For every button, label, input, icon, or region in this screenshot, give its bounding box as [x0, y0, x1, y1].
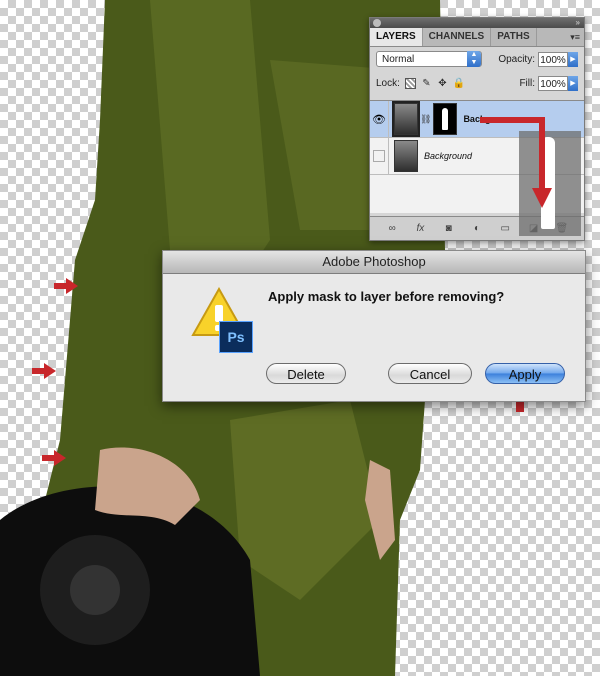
new-group-folder-icon[interactable]: ▭ [498, 223, 512, 234]
tab-paths[interactable]: PATHS [491, 28, 537, 46]
mask-link-icon[interactable]: ⛓ [420, 114, 431, 125]
dialog-title: Adobe Photoshop [163, 251, 585, 274]
tab-layers[interactable]: LAYERS [370, 28, 423, 46]
lock-all-icon[interactable]: 🔒 [453, 78, 465, 89]
annotation-arrow-icon [42, 450, 66, 466]
annotation-arrow-icon [32, 363, 56, 379]
cancel-button[interactable]: Cancel [388, 363, 472, 384]
panel-titlebar: » [370, 18, 584, 28]
visibility-eye-icon[interactable]: 👁 [370, 101, 389, 137]
apply-mask-dialog: Adobe Photoshop Ps Apply mask to layer b… [162, 250, 586, 402]
blend-mode-value: Normal [382, 54, 415, 65]
panel-tabs: LAYERS CHANNELS PATHS ▾≡ [370, 28, 584, 47]
select-arrows-icon: ▲ ▼ [467, 51, 481, 67]
dialog-message: Apply mask to layer before removing? [268, 289, 505, 304]
fill-slider-icon[interactable]: ▶ [568, 75, 578, 91]
lock-label: Lock: [376, 77, 400, 89]
fill-label: Fill: [519, 77, 535, 89]
blend-row: Normal ▲ ▼ Opacity: 100% ▶ [370, 47, 584, 71]
lock-position-move-icon[interactable]: ✥ [437, 78, 448, 89]
adjustment-layer-icon[interactable]: ◐ [470, 223, 484, 234]
drag-path-arrow-icon [480, 117, 552, 208]
layer-thumbnail[interactable] [394, 140, 418, 172]
layer-mask-thumbnail[interactable] [433, 103, 458, 135]
delete-button[interactable]: Delete [266, 363, 346, 384]
blend-mode-select[interactable]: Normal ▲ ▼ [376, 51, 482, 67]
visibility-toggle[interactable] [370, 138, 389, 174]
layer-name: Background [424, 151, 473, 161]
lock-row: Lock: ✎ ✥ 🔒 Fill: 100% ▶ [370, 71, 584, 95]
close-icon[interactable] [373, 19, 381, 27]
opacity-slider-icon[interactable]: ▶ [568, 51, 578, 67]
apply-button[interactable]: Apply [485, 363, 565, 384]
layer-style-fx-icon[interactable]: fx [413, 223, 427, 234]
opacity-label: Opacity: [498, 53, 535, 65]
fill-input[interactable]: 100% [538, 75, 568, 91]
collapse-icon[interactable]: » [576, 18, 580, 28]
lock-transparency-icon[interactable] [404, 77, 416, 89]
panel-menu-icon[interactable]: ▾≡ [570, 28, 580, 46]
lock-image-brush-icon[interactable]: ✎ [421, 78, 432, 89]
photoshop-logo: Ps [219, 321, 253, 353]
add-mask-icon[interactable]: ◙ [442, 223, 456, 234]
tab-channels[interactable]: CHANNELS [423, 28, 492, 46]
link-layers-icon[interactable]: ∞ [385, 223, 399, 234]
opacity-input[interactable]: 100% [538, 51, 568, 67]
hidden-eye-icon [373, 150, 385, 162]
annotation-arrow-icon [54, 278, 78, 294]
layer-thumbnail[interactable] [392, 101, 420, 137]
